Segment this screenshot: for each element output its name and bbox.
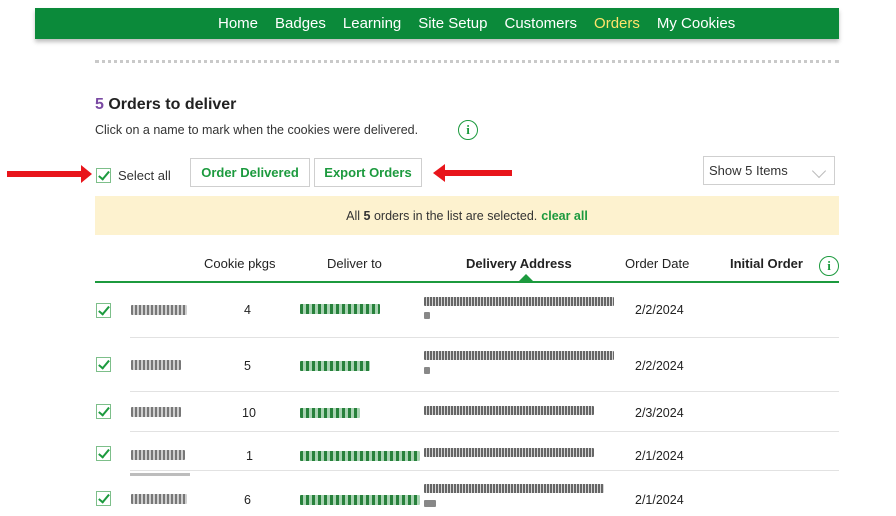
selection-banner: All 5 orders in the list are selected. c… — [95, 196, 839, 235]
banner-count: 5 — [363, 208, 371, 223]
header-order-date[interactable]: Order Date — [625, 256, 689, 271]
row-checkbox[interactable] — [96, 303, 111, 318]
nav-item-my-cookies[interactable]: My Cookies — [657, 15, 735, 32]
sort-caret-icon — [519, 274, 533, 281]
show-items-select[interactable]: Show 5 Items — [703, 156, 835, 185]
dotted-divider — [95, 60, 839, 63]
delivery-address-redacted — [424, 406, 594, 415]
header-initial-order[interactable]: Initial Order — [730, 256, 803, 271]
red-arrow-annotation-left-head — [81, 165, 92, 183]
delivery-address-redacted — [424, 367, 430, 374]
row-divider — [130, 431, 839, 432]
banner-prefix: All — [346, 208, 361, 223]
customer-name-redacted[interactable] — [131, 450, 185, 460]
top-nav-bar: Home Badges Learning Site Setup Customer… — [35, 8, 839, 39]
order-delivered-button[interactable]: Order Delivered — [190, 158, 310, 187]
row-checkbox[interactable] — [96, 446, 111, 461]
header-delivery-address[interactable]: Delivery Address — [466, 256, 572, 271]
order-date: 2/3/2024 — [635, 406, 684, 420]
customer-name-redacted[interactable] — [131, 494, 187, 504]
order-date: 2/1/2024 — [635, 493, 684, 507]
delivery-address-redacted — [424, 351, 614, 360]
nav-item-site-setup[interactable]: Site Setup — [418, 15, 487, 32]
deliver-to-redacted[interactable] — [300, 361, 370, 371]
order-date: 2/2/2024 — [635, 359, 684, 373]
cookie-pkgs: 5 — [244, 359, 251, 373]
header-cookie-pkgs[interactable]: Cookie pkgs — [204, 256, 276, 271]
delivery-address-redacted — [424, 297, 614, 306]
row-divider — [130, 470, 839, 471]
row-checkbox[interactable] — [96, 357, 111, 372]
orders-count: 5 — [95, 96, 104, 113]
delivery-address-redacted — [424, 484, 604, 493]
horizontal-scroll-indicator[interactable] — [130, 473, 190, 476]
row-divider — [130, 337, 839, 338]
nav-item-orders[interactable]: Orders — [594, 15, 640, 32]
export-orders-button[interactable]: Export Orders — [314, 158, 422, 187]
cookie-pkgs: 1 — [246, 449, 253, 463]
info-icon[interactable]: i — [458, 120, 478, 140]
delivery-address-redacted — [424, 312, 430, 319]
customer-name-redacted[interactable] — [131, 305, 187, 315]
cookie-pkgs: 10 — [242, 406, 256, 420]
red-arrow-annotation-right-head — [433, 164, 445, 182]
page-title-text: Orders to deliver — [108, 96, 237, 113]
row-divider — [130, 391, 839, 392]
red-arrow-annotation-left-shaft — [7, 171, 81, 177]
header-deliver-to[interactable]: Deliver to — [327, 256, 382, 271]
order-date: 2/2/2024 — [635, 303, 684, 317]
deliver-to-redacted[interactable] — [300, 495, 420, 505]
show-items-value: Show 5 Items — [709, 163, 788, 178]
nav-item-learning[interactable]: Learning — [343, 15, 401, 32]
red-arrow-annotation-right-shaft — [445, 170, 512, 176]
table-header-underline — [95, 281, 839, 283]
select-all-label: Select all — [118, 168, 171, 183]
customer-name-redacted[interactable] — [131, 360, 181, 370]
row-checkbox[interactable] — [96, 404, 111, 419]
select-all-checkbox[interactable] — [96, 168, 111, 183]
info-icon[interactable]: i — [819, 256, 839, 276]
nav-item-home[interactable]: Home — [218, 15, 258, 32]
order-date: 2/1/2024 — [635, 449, 684, 463]
row-checkbox[interactable] — [96, 491, 111, 506]
clear-all-link[interactable]: clear all — [541, 209, 588, 223]
nav-item-badges[interactable]: Badges — [275, 15, 326, 32]
nav-menu: Home Badges Learning Site Setup Customer… — [218, 8, 735, 39]
cookie-pkgs: 4 — [244, 303, 251, 317]
delivery-address-redacted — [424, 500, 436, 507]
cookie-pkgs: 6 — [244, 493, 251, 507]
banner-text: orders in the list are selected. — [373, 208, 538, 223]
delivery-address-redacted — [424, 448, 594, 457]
deliver-to-redacted[interactable] — [300, 304, 380, 314]
deliver-to-redacted[interactable] — [300, 451, 420, 461]
page-subtext: Click on a name to mark when the cookies… — [95, 123, 419, 137]
chevron-down-icon — [811, 163, 827, 179]
customer-name-redacted[interactable] — [131, 407, 181, 417]
nav-item-customers[interactable]: Customers — [505, 15, 578, 32]
page-title: 5 Orders to deliver — [95, 96, 236, 114]
deliver-to-redacted[interactable] — [300, 408, 360, 418]
